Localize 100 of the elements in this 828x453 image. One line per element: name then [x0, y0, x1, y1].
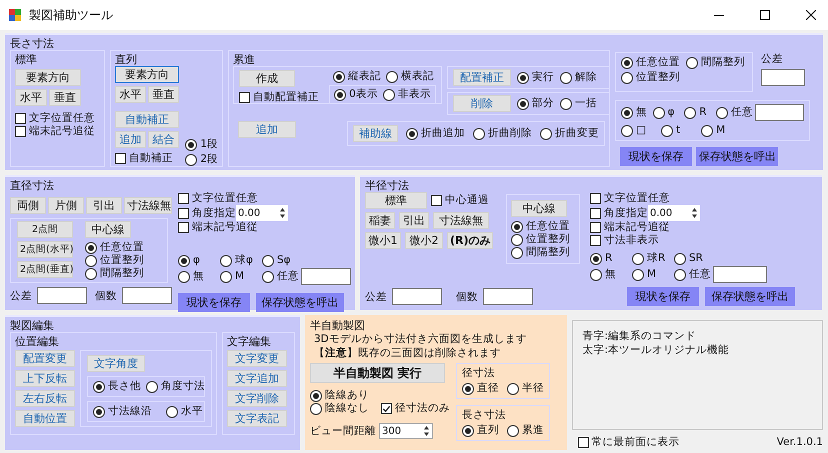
command-button[interactable]: 要素方向: [115, 66, 180, 83]
command-button[interactable]: 作成: [239, 70, 296, 87]
radio-button[interactable]: M: [701, 124, 742, 137]
radio-button[interactable]: φ: [652, 104, 684, 121]
save-state-button[interactable]: 現状を保存: [627, 287, 699, 306]
command-button[interactable]: 追加: [115, 131, 146, 148]
checkbox[interactable]: 寸法非表示: [590, 234, 767, 247]
spin-arrows-icon[interactable]: [690, 206, 699, 220]
command-button[interactable]: 文字削除: [227, 390, 287, 407]
radio-button[interactable]: 1段: [185, 138, 218, 151]
command-button[interactable]: 上下反転: [15, 370, 75, 387]
command-button[interactable]: 半自動製図 実行: [310, 363, 445, 383]
radio-button[interactable]: 直列: [462, 424, 499, 437]
spin-arrows-icon[interactable]: [278, 206, 287, 220]
command-button[interactable]: 微小2: [405, 232, 443, 249]
radio-button[interactable]: 無: [590, 266, 632, 283]
radio-button[interactable]: 0表示: [334, 88, 378, 101]
spin-arrows-icon[interactable]: [422, 424, 431, 438]
command-button[interactable]: 垂直: [148, 86, 180, 103]
radio-button[interactable]: 任意: [262, 270, 299, 283]
input-field[interactable]: [301, 268, 351, 285]
radio-button[interactable]: 任意: [674, 268, 711, 281]
command-button[interactable]: 稲妻: [365, 212, 395, 229]
save-state-button[interactable]: 保存状態を呼出: [256, 293, 344, 312]
command-button[interactable]: 垂直: [49, 89, 81, 106]
command-button[interactable]: 文字追加: [227, 370, 287, 387]
checkbox[interactable]: 中心通過: [431, 194, 489, 207]
radio-button[interactable]: 任意位置: [511, 220, 575, 233]
radio-button[interactable]: 縦表記: [333, 70, 382, 83]
radio-button[interactable]: 無: [178, 268, 220, 285]
radio-button[interactable]: 水平: [166, 405, 203, 418]
radio-button[interactable]: 任意: [716, 104, 753, 121]
checkbox[interactable]: 角度指定: [178, 206, 236, 220]
radio-button[interactable]: SR: [674, 252, 767, 265]
radio-button[interactable]: 位置整列: [511, 233, 575, 246]
command-button[interactable]: 文字変更: [227, 350, 287, 367]
save-state-button[interactable]: 保存状態を呼出: [705, 287, 795, 306]
command-button[interactable]: 2点間: [17, 221, 73, 238]
radio-button[interactable]: 非表示: [382, 88, 431, 101]
radio-button[interactable]: 陰線なし: [310, 402, 369, 415]
radio-button[interactable]: 間隔整列: [85, 267, 144, 280]
input-field[interactable]: [483, 288, 533, 305]
maximize-icon[interactable]: [760, 10, 770, 20]
command-button[interactable]: 結合: [148, 131, 180, 148]
radio-button[interactable]: □: [621, 124, 662, 137]
command-button[interactable]: 配置変更: [15, 350, 75, 367]
number-field[interactable]: 0.00: [648, 205, 700, 221]
checkbox[interactable]: 端末記号追従: [178, 221, 351, 234]
command-button[interactable]: (R)のみ: [447, 232, 493, 249]
radio-button[interactable]: 2段: [185, 153, 218, 166]
command-button[interactable]: 標準: [365, 192, 427, 209]
radio-button[interactable]: φ: [178, 254, 220, 267]
radio-button[interactable]: 任意位置: [85, 241, 144, 254]
checkbox[interactable]: 端末記号追従: [590, 221, 767, 234]
radio-button[interactable]: 間隔整列: [686, 56, 746, 69]
command-button[interactable]: 追加: [238, 121, 296, 138]
checkbox[interactable]: 径寸法のみ: [381, 402, 450, 415]
number-field[interactable]: 300: [379, 423, 433, 439]
checkbox[interactable]: 文字位置任意: [590, 192, 767, 205]
radio-button[interactable]: 球φ: [220, 254, 262, 267]
command-button[interactable]: 中心線: [511, 200, 567, 217]
command-button[interactable]: 文字表記: [227, 410, 287, 427]
input-field[interactable]: [761, 69, 806, 86]
radio-button[interactable]: 任意位置: [621, 56, 680, 69]
input-field[interactable]: [37, 287, 87, 304]
checkbox[interactable]: 端末記号追従: [15, 125, 100, 138]
command-button[interactable]: 2点間(垂直): [17, 261, 73, 278]
command-button[interactable]: 自動補正: [115, 111, 180, 128]
command-button[interactable]: 寸法線無: [124, 197, 172, 214]
command-button[interactable]: 自動位置: [15, 410, 75, 427]
radio-button[interactable]: 角度寸法: [146, 380, 205, 393]
command-button[interactable]: 引出: [399, 212, 429, 229]
command-button[interactable]: 寸法線無: [433, 212, 489, 229]
save-state-button[interactable]: 現状を保存: [178, 293, 250, 312]
radio-button[interactable]: t: [661, 124, 702, 137]
checkbox[interactable]: 自動配置補正: [239, 91, 330, 104]
radio-button[interactable]: 無: [621, 104, 653, 121]
command-button[interactable]: 削除: [452, 95, 511, 112]
radio-button[interactable]: R: [590, 252, 632, 265]
radio-button[interactable]: 陰線あり: [310, 389, 450, 402]
checkbox[interactable]: 自動補正: [115, 152, 180, 165]
save-state-button[interactable]: 現状を保存: [620, 147, 692, 166]
command-button[interactable]: 両側: [10, 197, 46, 214]
command-button[interactable]: 微小1: [365, 232, 401, 249]
radio-button[interactable]: 解除: [560, 71, 597, 84]
command-button[interactable]: 水平: [115, 86, 146, 103]
radio-button[interactable]: 長さ他: [93, 380, 141, 393]
checkbox[interactable]: 文字位置任意: [178, 192, 351, 205]
input-field[interactable]: [122, 287, 172, 304]
radio-button[interactable]: 折曲追加: [406, 127, 466, 140]
radio-button[interactable]: 部分: [516, 97, 554, 110]
checkbox[interactable]: 常に最前面に表示: [578, 436, 680, 448]
command-button[interactable]: 配置補正: [452, 69, 511, 86]
input-field[interactable]: [392, 288, 442, 305]
radio-button[interactable]: 一括: [560, 97, 597, 110]
command-button[interactable]: 文字角度: [87, 355, 145, 372]
radio-button[interactable]: Sφ: [262, 254, 351, 267]
input-field[interactable]: [754, 104, 804, 121]
radio-button[interactable]: M: [220, 268, 262, 285]
radio-button[interactable]: 折曲削除: [473, 127, 532, 140]
